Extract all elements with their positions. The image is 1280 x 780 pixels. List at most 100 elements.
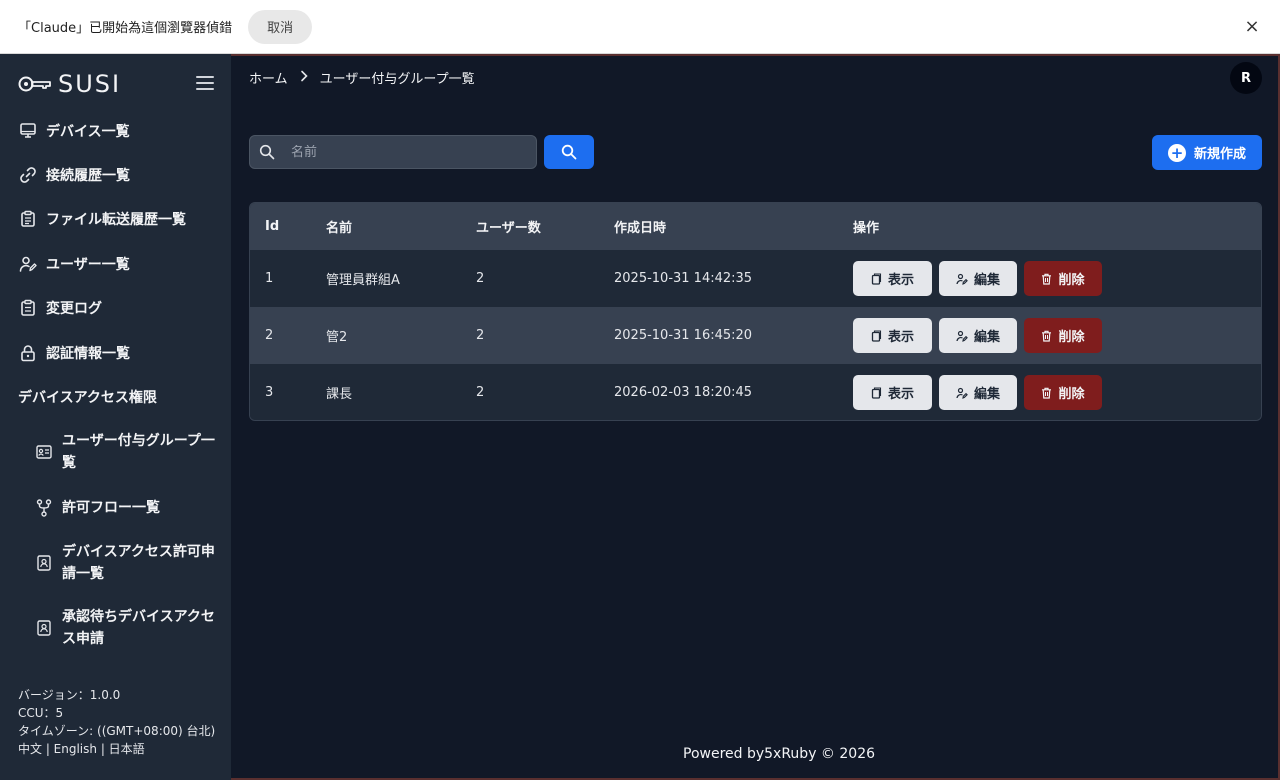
sidebar-section-device-access[interactable]: デバイスアクセス権限: [18, 387, 157, 407]
sidebar-item-approval-flows[interactable]: 許可フロー一覧: [36, 497, 222, 519]
sidebar-item-credentials[interactable]: 認証情報一覧: [18, 341, 130, 365]
badge-icon: [36, 555, 52, 571]
user-edit-icon: [956, 330, 968, 342]
trash-icon: [1041, 387, 1052, 399]
view-label: 表示: [887, 387, 914, 402]
copy-icon: [871, 272, 882, 285]
search-icon: [259, 144, 275, 160]
menu-toggle-icon[interactable]: [196, 76, 214, 92]
sidebar-item-user-groups[interactable]: ユーザー付与グループ一覧: [36, 430, 222, 474]
ccu-text: CCU：5: [18, 706, 64, 720]
view-button[interactable]: 表示: [853, 375, 932, 410]
user-edit-icon: [956, 387, 968, 399]
sidebar-item-label: ユーザー付与グループ一覧: [62, 433, 215, 471]
timezone-text: タイムゾーン: ((GMT+08:00) 台北): [18, 724, 216, 738]
sidebar-item-label: 承認待ちデバイスアクセス申請: [62, 609, 215, 647]
cell-name: 管2: [326, 330, 348, 345]
row-actions: 表示 編集 削除: [853, 375, 1109, 410]
cell-created-at: 2026-02-03 18:20:45: [614, 385, 753, 400]
column-header-user-count: ユーザー数: [476, 221, 541, 236]
copy-icon: [871, 386, 882, 399]
chevron-right-icon: [300, 70, 308, 86]
badge-icon: [36, 620, 52, 636]
sidebar-item-label: 変更ログ: [46, 301, 102, 317]
view-button[interactable]: 表示: [853, 318, 932, 353]
sidebar: SUSI デバイス一覧 接続履歴一覧 ファイル転送履歴一覧 ユーザー一覧 変更ロ…: [0, 54, 231, 780]
view-label: 表示: [887, 330, 914, 345]
logo[interactable]: SUSI: [18, 70, 121, 98]
column-header-name: 名前: [326, 221, 353, 236]
sidebar-item-label: ファイル転送履歴一覧: [46, 212, 186, 228]
logo-text: SUSI: [58, 70, 122, 98]
delete-button[interactable]: 削除: [1024, 261, 1102, 296]
sidebar-item-label: デバイス一覧: [46, 124, 130, 140]
infobar-message: 「Claude」已開始為這個瀏覽器偵錯: [18, 21, 233, 36]
user-groups-table: Id 名前 ユーザー数 作成日時 操作 1 管理員群組A 2 2025-10-3…: [249, 202, 1262, 421]
version-text: バージョン：1.0.0: [18, 688, 121, 702]
app-window: SUSI デバイス一覧 接続履歴一覧 ファイル転送履歴一覧 ユーザー一覧 変更ロ…: [0, 54, 1280, 780]
cell-id: 1: [265, 271, 274, 286]
sidebar-item-label: 接続履歴一覧: [46, 168, 130, 184]
new-button-label: 新規作成: [1193, 147, 1246, 162]
trash-icon: [1041, 330, 1052, 342]
cell-user-count: 2: [476, 385, 485, 400]
cell-user-count: 2: [476, 328, 485, 343]
sidebar-item-label: 許可フロー一覧: [62, 500, 160, 516]
clipboard-icon: [18, 298, 38, 318]
cell-created-at: 2025-10-31 16:45:20: [614, 328, 753, 343]
row-actions: 表示 編集 削除: [853, 318, 1109, 353]
language-switcher[interactable]: 中文 | English | 日本語: [18, 740, 215, 758]
view-label: 表示: [887, 273, 914, 288]
trash-icon: [1041, 273, 1052, 285]
edit-button[interactable]: 編集: [939, 261, 1017, 296]
powered-by-footer: Powered by5xRuby © 2026: [683, 746, 876, 762]
search-box: [249, 135, 537, 169]
debug-infobar: 「Claude」已開始為這個瀏覽器偵錯 取消 ×: [0, 0, 1280, 54]
sidebar-item-label: 認証情報一覧: [46, 346, 130, 362]
edit-button[interactable]: 編集: [939, 318, 1017, 353]
sidebar-item-connection-history[interactable]: 接続履歴一覧: [18, 163, 130, 187]
breadcrumb-current: ユーザー付与グループ一覧: [319, 72, 475, 87]
sidebar-footer: バージョン：1.0.0 CCU：5 タイムゾーン: ((GMT+08:00) 台…: [18, 686, 215, 758]
delete-button[interactable]: 削除: [1024, 375, 1102, 410]
delete-label: 削除: [1058, 387, 1085, 402]
breadcrumb: ホーム ユーザー付与グループ一覧: [249, 68, 475, 87]
table-row: 2 管2 2 2025-10-31 16:45:20 表示 編集 削除: [250, 307, 1261, 364]
monitor-icon: [18, 121, 38, 141]
sidebar-item-users[interactable]: ユーザー一覧: [18, 252, 130, 276]
copy-icon: [871, 329, 882, 342]
key-icon: [18, 76, 51, 92]
clipboard-list-icon: [18, 209, 38, 229]
cell-name: 管理員群組A: [326, 273, 400, 288]
user-edit-icon: [18, 254, 38, 274]
link-icon: [18, 165, 38, 185]
delete-button[interactable]: 削除: [1024, 318, 1102, 353]
sidebar-item-change-log[interactable]: 変更ログ: [18, 296, 102, 320]
cell-created-at: 2025-10-31 14:42:35: [614, 271, 753, 286]
view-button[interactable]: 表示: [853, 261, 932, 296]
table-header: Id 名前 ユーザー数 作成日時 操作: [250, 203, 1261, 250]
user-edit-icon: [956, 273, 968, 285]
column-header-id: Id: [265, 219, 280, 234]
column-header-actions: 操作: [853, 221, 880, 236]
table-row: 3 課長 2 2026-02-03 18:20:45 表示 編集 削除: [250, 364, 1261, 420]
table-row: 1 管理員群組A 2 2025-10-31 14:42:35 表示 編集 削除: [250, 250, 1261, 307]
sidebar-item-file-transfer-history[interactable]: ファイル転送履歴一覧: [18, 207, 186, 231]
search-input[interactable]: [291, 144, 521, 160]
search-button[interactable]: [544, 135, 594, 169]
cell-id: 2: [265, 328, 274, 343]
row-actions: 表示 編集 削除: [853, 261, 1109, 296]
cell-id: 3: [265, 385, 274, 400]
lock-icon: [18, 343, 38, 363]
infobar-cancel-button[interactable]: 取消: [248, 9, 313, 44]
sidebar-item-access-requests[interactable]: デバイスアクセス許可申請一覧: [36, 541, 222, 585]
new-group-button[interactable]: + 新規作成: [1152, 135, 1262, 170]
close-icon[interactable]: ×: [1242, 17, 1262, 37]
sidebar-item-devices[interactable]: デバイス一覧: [18, 119, 130, 143]
sidebar-item-pending-access-requests[interactable]: 承認待ちデバイスアクセス申請: [36, 606, 222, 650]
breadcrumb-home[interactable]: ホーム: [249, 68, 288, 87]
delete-label: 削除: [1058, 273, 1085, 288]
edit-label: 編集: [973, 387, 1000, 402]
edit-button[interactable]: 編集: [939, 375, 1017, 410]
avatar[interactable]: R: [1230, 62, 1262, 94]
